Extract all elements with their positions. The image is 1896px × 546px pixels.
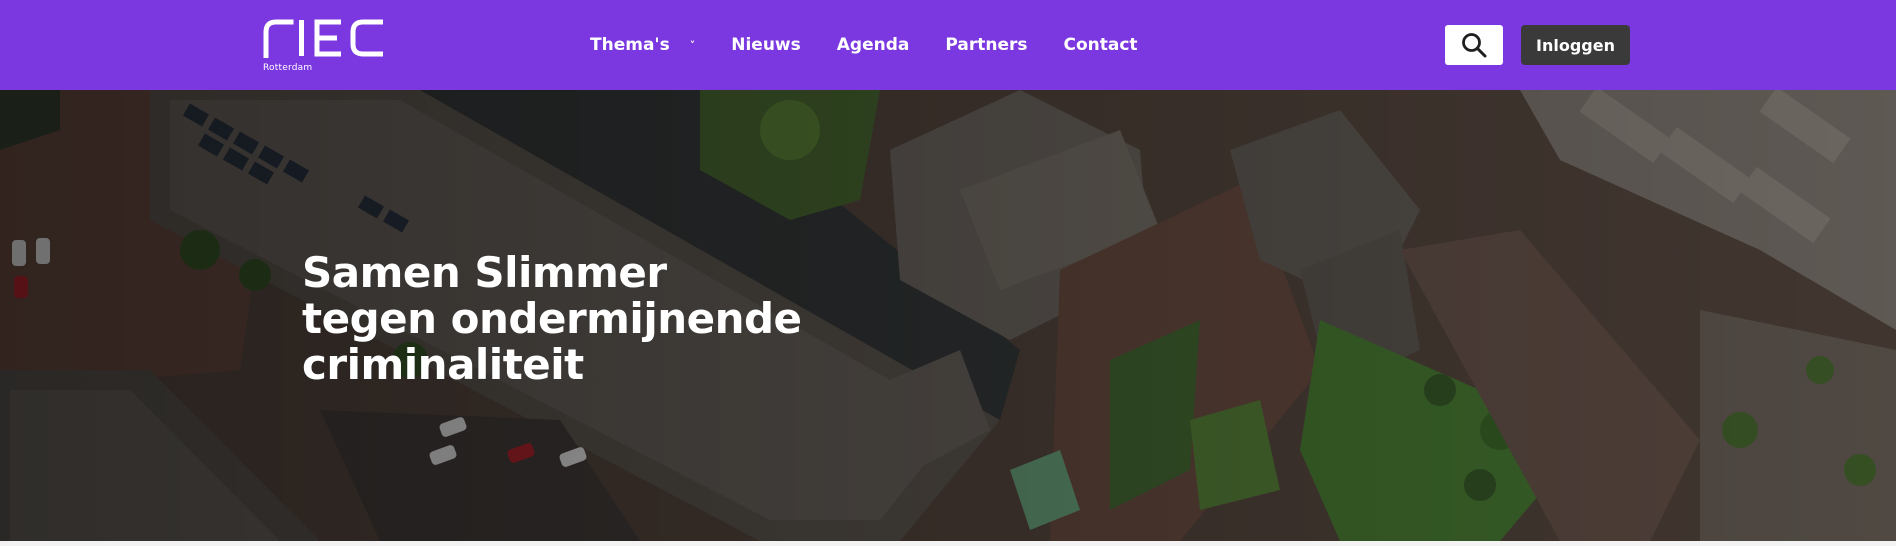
hero-title-line: Samen Slimmer: [302, 248, 667, 297]
nav-item-partners[interactable]: Partners: [945, 35, 1027, 55]
riec-logo[interactable]: Rotterdam: [263, 18, 388, 76]
chevron-down-icon: ˅: [689, 38, 696, 52]
hero-overlay: [0, 90, 1896, 541]
nav-item-agenda[interactable]: Agenda: [837, 35, 910, 55]
hero-banner: Samen Slimmer tegen ondermijnende crimin…: [0, 90, 1896, 541]
nav-item-label: Nieuws: [731, 35, 801, 55]
hero-title-line: criminaliteit: [302, 340, 584, 389]
hero-title-line: tegen ondermijnende: [302, 294, 802, 343]
nav-item-themas[interactable]: Thema's ˅: [590, 35, 695, 55]
nav-item-label: Contact: [1063, 35, 1138, 55]
search-button[interactable]: [1445, 25, 1503, 65]
login-button[interactable]: Inloggen: [1521, 25, 1630, 65]
main-navigation: Thema's ˅ Nieuws Agenda Partners Contact: [590, 0, 1174, 90]
page-bottom-edge: [0, 541, 1896, 546]
hero-title: Samen Slimmer tegen ondermijnende crimin…: [302, 250, 822, 388]
nav-item-contact[interactable]: Contact: [1064, 35, 1138, 55]
search-icon: [1462, 33, 1487, 58]
top-navbar: Rotterdam Thema's ˅ Nieuws Agenda Partne…: [0, 0, 1896, 90]
nav-item-label: Partners: [945, 35, 1028, 55]
logo-subtitle: Rotterdam: [263, 63, 313, 73]
nav-item-nieuws[interactable]: Nieuws: [731, 35, 801, 55]
nav-item-label: Thema's: [590, 35, 670, 55]
riec-logo-mark: [263, 19, 383, 58]
nav-item-label: Agenda: [836, 35, 910, 55]
